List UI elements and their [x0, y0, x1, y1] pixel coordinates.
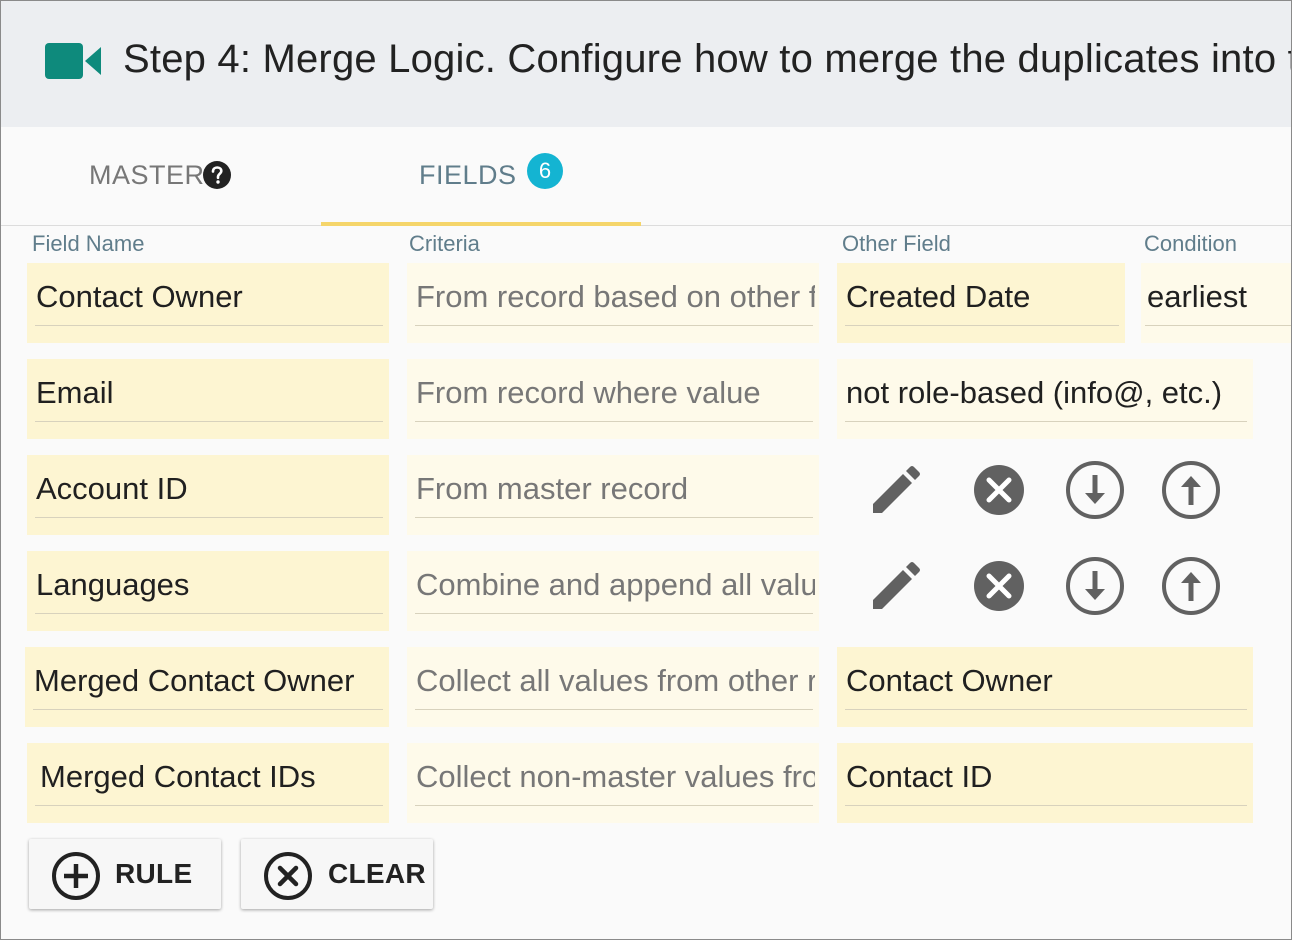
add-rule-label: RULE	[115, 858, 193, 889]
close-circle-icon[interactable]	[968, 555, 1030, 617]
rule-row: Email From record where value not role-b…	[1, 359, 1291, 455]
other-field-select[interactable]: Created Date	[837, 263, 1125, 343]
criteria-value: Collect all values from other records	[416, 663, 815, 698]
arrow-down-circle-icon[interactable]	[1064, 459, 1126, 521]
clear-label: CLEAR	[328, 858, 426, 889]
rule-row: Merged Contact Owner Collect all values …	[1, 647, 1291, 743]
clear-button[interactable]: CLEAR	[241, 839, 433, 909]
field-name-select[interactable]: Merged Contact Owner	[25, 647, 389, 727]
condition-value: earliest	[1147, 279, 1247, 314]
pencil-icon[interactable]	[865, 555, 927, 617]
video-camera-icon	[45, 43, 101, 79]
other-field-select[interactable]: not role-based (info@, etc.)	[837, 359, 1253, 439]
field-name-value: Contact Owner	[36, 279, 243, 314]
criteria-select[interactable]: From record where value	[407, 359, 819, 439]
field-name-select[interactable]: Contact Owner	[27, 263, 389, 343]
close-circle-icon[interactable]	[968, 459, 1030, 521]
criteria-value: Combine and append all values	[416, 567, 815, 602]
arrow-up-circle-icon[interactable]	[1160, 459, 1222, 521]
criteria-value: From record where value	[416, 375, 761, 410]
rule-row: Account ID From master record	[1, 455, 1291, 551]
field-name-value: Languages	[36, 567, 190, 602]
criteria-select[interactable]: Collect all values from other records	[407, 647, 819, 727]
field-name-select[interactable]: Languages	[27, 551, 389, 631]
help-icon[interactable]	[203, 161, 231, 189]
step-header: Step 4: Merge Logic. Configure how to me…	[1, 1, 1291, 127]
other-field-select[interactable]: Contact Owner	[837, 647, 1253, 727]
column-header-other-field: Other Field	[842, 231, 951, 256]
criteria-value: From master record	[416, 471, 689, 506]
rule-row: Contact Owner From record based on other…	[1, 263, 1291, 359]
other-field-value: Created Date	[846, 279, 1031, 314]
other-field-value: Contact ID	[846, 759, 993, 794]
field-name-select[interactable]: Account ID	[27, 455, 389, 535]
criteria-value: Collect non-master values from other rec…	[416, 759, 815, 794]
tab-master-label: MASTER	[89, 160, 205, 190]
column-header-condition: Condition	[1144, 231, 1237, 256]
rule-row: Merged Contact IDs Collect non-master va…	[1, 743, 1291, 839]
column-header-criteria: Criteria	[409, 231, 480, 256]
pencil-icon[interactable]	[865, 459, 927, 521]
field-name-value: Merged Contact Owner	[34, 663, 355, 698]
other-field-select[interactable]: Contact ID	[837, 743, 1253, 823]
other-field-value: not role-based (info@, etc.)	[846, 375, 1223, 410]
column-header-field-name: Field Name	[32, 231, 145, 256]
field-name-value: Account ID	[36, 471, 188, 506]
field-name-value: Merged Contact IDs	[40, 759, 316, 794]
tab-fields[interactable]: FIELDS 6	[321, 127, 641, 226]
tab-fields-label: FIELDS	[419, 160, 517, 190]
field-name-value: Email	[36, 375, 114, 410]
field-name-select[interactable]: Merged Contact IDs	[27, 743, 389, 823]
fields-count-badge: 6	[527, 153, 563, 189]
criteria-select[interactable]: From master record	[407, 455, 819, 535]
merge-logic-panel: Step 4: Merge Logic. Configure how to me…	[0, 0, 1292, 940]
tab-master[interactable]: MASTER	[1, 127, 319, 225]
arrow-down-circle-icon[interactable]	[1064, 555, 1126, 617]
field-name-select[interactable]: Email	[27, 359, 389, 439]
add-circle-icon	[52, 852, 100, 900]
page-title: Step 4: Merge Logic. Configure how to me…	[123, 37, 1291, 81]
criteria-value: From record based on other field	[416, 279, 815, 314]
criteria-select[interactable]: From record based on other field	[407, 263, 819, 343]
add-rule-button[interactable]: RULE	[29, 839, 221, 909]
criteria-select[interactable]: Collect non-master values from other rec…	[407, 743, 819, 823]
close-circle-outline-icon	[264, 852, 312, 900]
rule-row: Languages Combine and append all values	[1, 551, 1291, 647]
criteria-select[interactable]: Combine and append all values	[407, 551, 819, 631]
condition-select[interactable]: earliest	[1141, 263, 1291, 343]
arrow-up-circle-icon[interactable]	[1160, 555, 1222, 617]
tab-bar: MASTER FIELDS 6	[1, 127, 1291, 226]
other-field-value: Contact Owner	[846, 663, 1053, 698]
